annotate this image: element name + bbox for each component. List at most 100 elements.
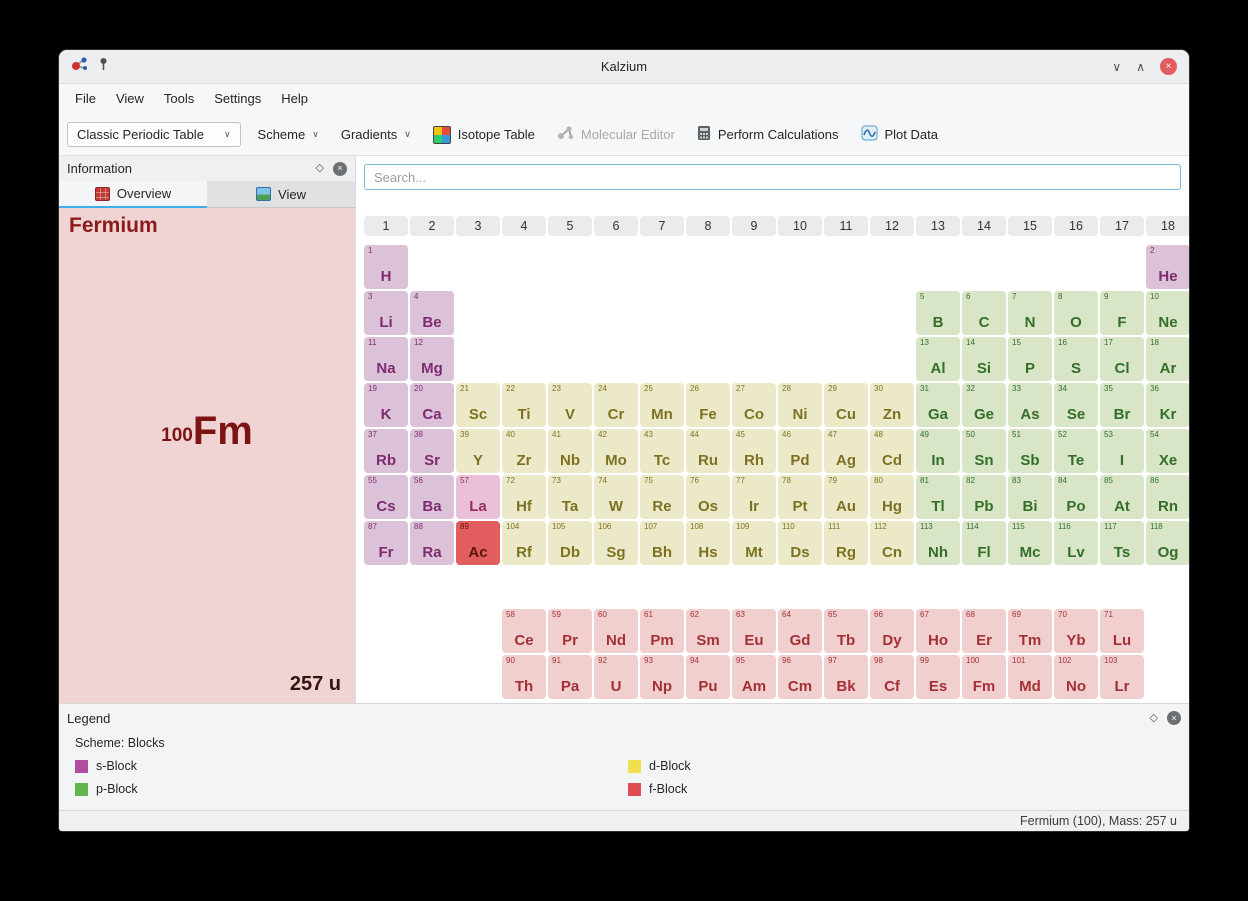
element-Lv[interactable]: 116Lv <box>1054 521 1098 565</box>
element-U[interactable]: 92U <box>594 655 638 699</box>
element-I[interactable]: 53I <box>1100 429 1144 473</box>
element-Ho[interactable]: 67Ho <box>916 609 960 653</box>
menu-file[interactable]: File <box>65 84 106 114</box>
pin-icon[interactable] <box>98 57 109 76</box>
element-Ta[interactable]: 73Ta <box>548 475 592 519</box>
element-Zr[interactable]: 40Zr <box>502 429 546 473</box>
element-Br[interactable]: 35Br <box>1100 383 1144 427</box>
element-Te[interactable]: 52Te <box>1054 429 1098 473</box>
element-Cr[interactable]: 24Cr <box>594 383 638 427</box>
element-Rg[interactable]: 111Rg <box>824 521 868 565</box>
element-Hs[interactable]: 108Hs <box>686 521 730 565</box>
element-Ac[interactable]: 89Ac <box>456 521 500 565</box>
element-Cn[interactable]: 112Cn <box>870 521 914 565</box>
element-Fm[interactable]: 100Fm <box>962 655 1006 699</box>
element-Cs[interactable]: 55Cs <box>364 475 408 519</box>
element-Tc[interactable]: 43Tc <box>640 429 684 473</box>
element-Mc[interactable]: 115Mc <box>1008 521 1052 565</box>
element-Mn[interactable]: 25Mn <box>640 383 684 427</box>
element-Hg[interactable]: 80Hg <box>870 475 914 519</box>
element-P[interactable]: 15P <box>1008 337 1052 381</box>
tab-view[interactable]: View <box>207 181 355 208</box>
element-Pu[interactable]: 94Pu <box>686 655 730 699</box>
element-Ga[interactable]: 31Ga <box>916 383 960 427</box>
element-Pa[interactable]: 91Pa <box>548 655 592 699</box>
element-Pb[interactable]: 82Pb <box>962 475 1006 519</box>
element-Ag[interactable]: 47Ag <box>824 429 868 473</box>
minimize-button[interactable]: ∨ <box>1112 61 1121 73</box>
element-Se[interactable]: 34Se <box>1054 383 1098 427</box>
element-Ar[interactable]: 18Ar <box>1146 337 1189 381</box>
element-Th[interactable]: 90Th <box>502 655 546 699</box>
element-S[interactable]: 16S <box>1054 337 1098 381</box>
element-H[interactable]: 1H <box>364 245 408 289</box>
element-Mg[interactable]: 12Mg <box>410 337 454 381</box>
element-Bk[interactable]: 97Bk <box>824 655 868 699</box>
element-Cd[interactable]: 48Cd <box>870 429 914 473</box>
menu-tools[interactable]: Tools <box>154 84 204 114</box>
element-Zn[interactable]: 30Zn <box>870 383 914 427</box>
element-Hf[interactable]: 72Hf <box>502 475 546 519</box>
element-Cf[interactable]: 98Cf <box>870 655 914 699</box>
element-Dy[interactable]: 66Dy <box>870 609 914 653</box>
element-B[interactable]: 5B <box>916 291 960 335</box>
element-Cm[interactable]: 96Cm <box>778 655 822 699</box>
element-Rh[interactable]: 45Rh <box>732 429 776 473</box>
element-Os[interactable]: 76Os <box>686 475 730 519</box>
element-Ti[interactable]: 22Ti <box>502 383 546 427</box>
element-Po[interactable]: 84Po <box>1054 475 1098 519</box>
element-N[interactable]: 7N <box>1008 291 1052 335</box>
element-Pt[interactable]: 78Pt <box>778 475 822 519</box>
element-Ir[interactable]: 77Ir <box>732 475 776 519</box>
element-Na[interactable]: 11Na <box>364 337 408 381</box>
element-Mt[interactable]: 109Mt <box>732 521 776 565</box>
element-Cu[interactable]: 29Cu <box>824 383 868 427</box>
element-Ne[interactable]: 10Ne <box>1146 291 1189 335</box>
element-As[interactable]: 33As <box>1008 383 1052 427</box>
menu-settings[interactable]: Settings <box>204 84 271 114</box>
element-Sg[interactable]: 106Sg <box>594 521 638 565</box>
element-Fe[interactable]: 26Fe <box>686 383 730 427</box>
element-Pr[interactable]: 59Pr <box>548 609 592 653</box>
menu-view[interactable]: View <box>106 84 154 114</box>
element-Tb[interactable]: 65Tb <box>824 609 868 653</box>
element-Co[interactable]: 27Co <box>732 383 776 427</box>
element-Nd[interactable]: 60Nd <box>594 609 638 653</box>
float-dock-icon[interactable]: ◇ <box>1150 713 1158 724</box>
element-Bh[interactable]: 107Bh <box>640 521 684 565</box>
element-Lr[interactable]: 103Lr <box>1100 655 1144 699</box>
element-Am[interactable]: 95Am <box>732 655 776 699</box>
element-At[interactable]: 85At <box>1100 475 1144 519</box>
element-Si[interactable]: 14Si <box>962 337 1006 381</box>
plot-data-button[interactable]: Plot Data <box>856 121 943 148</box>
element-Pd[interactable]: 46Pd <box>778 429 822 473</box>
element-Tm[interactable]: 69Tm <box>1008 609 1052 653</box>
close-dock-icon[interactable]: × <box>1167 711 1181 725</box>
element-Kr[interactable]: 36Kr <box>1146 383 1189 427</box>
element-Mo[interactable]: 42Mo <box>594 429 638 473</box>
scheme-button[interactable]: Scheme ∨ <box>253 123 324 146</box>
close-button[interactable]: × <box>1160 58 1177 75</box>
element-Er[interactable]: 68Er <box>962 609 1006 653</box>
element-K[interactable]: 19K <box>364 383 408 427</box>
element-Ru[interactable]: 44Ru <box>686 429 730 473</box>
element-C[interactable]: 6C <box>962 291 1006 335</box>
element-He[interactable]: 2He <box>1146 245 1189 289</box>
element-Ni[interactable]: 28Ni <box>778 383 822 427</box>
element-Sr[interactable]: 38Sr <box>410 429 454 473</box>
element-Gd[interactable]: 64Gd <box>778 609 822 653</box>
element-W[interactable]: 74W <box>594 475 638 519</box>
element-Ba[interactable]: 56Ba <box>410 475 454 519</box>
element-Sc[interactable]: 21Sc <box>456 383 500 427</box>
element-Al[interactable]: 13Al <box>916 337 960 381</box>
element-F[interactable]: 9F <box>1100 291 1144 335</box>
element-Sm[interactable]: 62Sm <box>686 609 730 653</box>
element-Ra[interactable]: 88Ra <box>410 521 454 565</box>
float-dock-icon[interactable]: ◇ <box>316 163 324 174</box>
element-V[interactable]: 23V <box>548 383 592 427</box>
element-Re[interactable]: 75Re <box>640 475 684 519</box>
element-Rf[interactable]: 104Rf <box>502 521 546 565</box>
element-Og[interactable]: 118Og <box>1146 521 1189 565</box>
perform-calculations-button[interactable]: Perform Calculations <box>692 121 844 148</box>
element-Nh[interactable]: 113Nh <box>916 521 960 565</box>
